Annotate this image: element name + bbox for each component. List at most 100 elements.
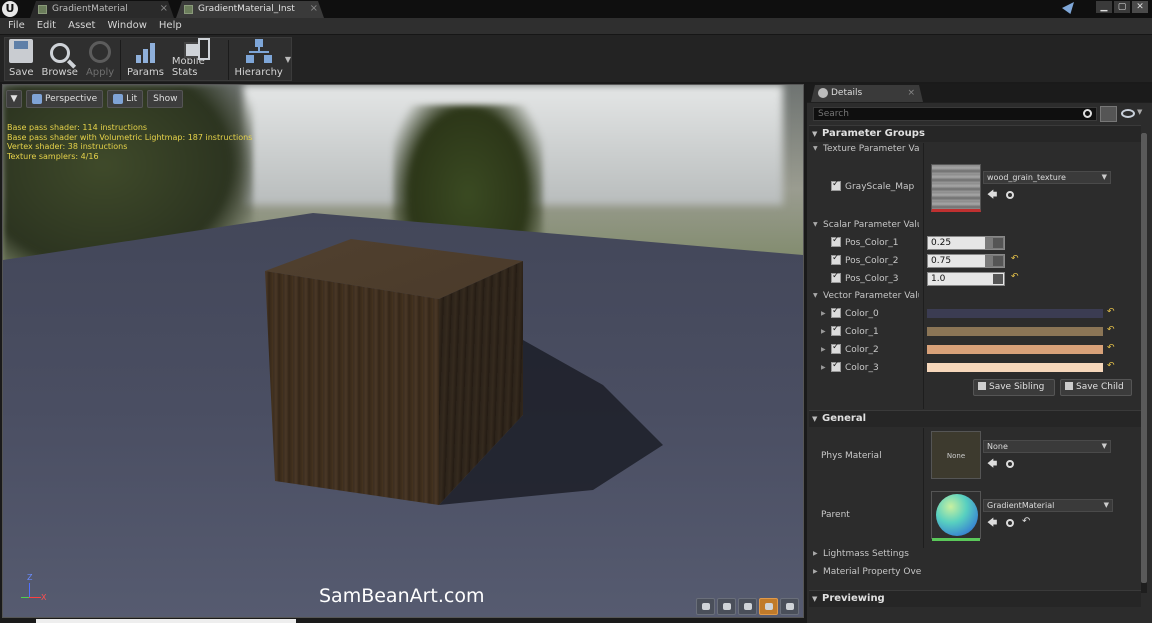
preview-viewport[interactable]: ▼ Perspective Lit Show Base pass shader:… [2, 84, 804, 618]
cylinder-shape-button[interactable] [696, 598, 715, 615]
eye-icon[interactable] [1121, 109, 1135, 118]
search-icon[interactable] [1083, 109, 1092, 118]
reset-to-default-icon[interactable]: ↶ [1011, 254, 1019, 264]
override-checkbox[interactable] [831, 306, 841, 318]
hierarchy-button[interactable]: Hierarchy [231, 38, 287, 82]
shader-stats: Base pass shader: 114 instructions Base … [7, 123, 252, 161]
material-property-override-row[interactable]: ▶Material Property Overrid [809, 564, 921, 580]
expand-icon[interactable]: ▶ [821, 323, 826, 341]
maximize-button[interactable]: ▢ [1114, 1, 1130, 13]
search-input[interactable] [814, 108, 1074, 120]
lightmass-settings-row[interactable]: ▶ Lightmass Settings [809, 546, 939, 562]
override-checkbox[interactable] [831, 271, 841, 283]
parent-material-dropdown[interactable]: GradientMaterial ▼ [983, 499, 1113, 512]
expand-icon[interactable]: ▶ [821, 359, 826, 377]
use-selected-icon[interactable]: 🡄 [987, 457, 997, 474]
sphere-icon [113, 94, 124, 104]
apply-button[interactable]: Apply [82, 38, 118, 82]
viewport-options-button[interactable]: ▼ [6, 90, 22, 108]
browse-asset-icon[interactable] [1006, 191, 1014, 199]
menu-help[interactable]: Help [155, 18, 190, 34]
params-button[interactable]: Params [123, 38, 168, 82]
params-label: Params [127, 67, 164, 78]
property-matrix-button[interactable] [1100, 106, 1117, 122]
scalar-value-field[interactable]: 1.0 [927, 272, 1005, 286]
browse-button[interactable]: Browse [38, 38, 82, 82]
browse-asset-icon[interactable] [1006, 519, 1014, 527]
menu-edit[interactable]: Edit [33, 18, 64, 34]
mesh-shape-button[interactable] [780, 598, 799, 615]
phys-material-dropdown[interactable]: None ▼ [983, 440, 1111, 453]
menu-file[interactable]: File [4, 18, 33, 34]
sphere-shape-button[interactable] [717, 598, 736, 615]
drag-handle-icon[interactable] [993, 274, 1003, 284]
close-icon[interactable]: × [160, 1, 168, 17]
mobile-stats-button[interactable]: Mobile Stats [168, 38, 226, 82]
drag-handle-icon[interactable] [993, 256, 1003, 266]
tab-details[interactable]: Details × [811, 85, 923, 102]
texture-thumbnail[interactable] [931, 164, 981, 212]
parameter-groups-header[interactable]: ▼ Parameter Groups [809, 125, 1141, 142]
scrollbar-thumb[interactable] [1141, 133, 1147, 583]
color-swatch[interactable] [927, 345, 1103, 354]
reset-to-default-icon[interactable]: ↶ [1107, 325, 1115, 335]
lit-button[interactable]: Lit [107, 90, 144, 108]
texture-asset-dropdown[interactable]: wood_grain_texture ▼ [983, 171, 1111, 184]
scalar-value: 0.25 [931, 238, 952, 248]
previewing-header[interactable]: ▼ Previewing [809, 590, 1141, 607]
toolbar-group: Save Browse Apply Params Mobile Stats Hi… [4, 37, 292, 81]
reset-to-default-icon[interactable]: ↶ [1107, 307, 1115, 317]
general-header[interactable]: ▼ General [809, 410, 1141, 427]
drag-handle-icon[interactable] [993, 238, 1003, 248]
scalar-row: Pos_Color_2 0.75 ↶ [809, 252, 1141, 270]
override-checkbox[interactable] [831, 360, 841, 372]
parent-material-thumbnail[interactable] [931, 491, 981, 541]
hierarchy-dropdown-icon[interactable]: ▼ [285, 55, 291, 64]
color-swatch[interactable] [927, 327, 1103, 336]
close-icon[interactable]: × [907, 85, 915, 101]
details-scrollbar[interactable] [1141, 133, 1147, 593]
material-instance-editor: U GradientMaterial × GradientMaterial_In… [0, 0, 1152, 623]
scalar-value-field[interactable]: 0.25 [927, 236, 1005, 250]
phys-material-thumbnail[interactable]: None [931, 431, 981, 479]
expand-icon[interactable]: ▶ [821, 305, 826, 323]
notification-icon[interactable] [1062, 2, 1074, 14]
plane-shape-button[interactable] [738, 598, 757, 615]
override-checkbox[interactable] [831, 179, 841, 191]
color-swatch[interactable] [927, 309, 1103, 318]
use-selected-icon[interactable]: 🡄 [987, 516, 997, 533]
close-window-button[interactable]: ✕ [1132, 1, 1148, 13]
reset-to-default-icon[interactable]: ↶ [1107, 343, 1115, 353]
override-checkbox[interactable] [831, 235, 841, 247]
texture-group-header[interactable]: ▼Texture Parameter Values [809, 141, 919, 157]
override-checkbox[interactable] [831, 324, 841, 336]
reset-to-default-icon[interactable]: ↶ [1011, 272, 1019, 282]
expand-icon[interactable]: ▶ [821, 341, 826, 359]
perspective-button[interactable]: Perspective [26, 90, 104, 108]
color-swatch[interactable] [927, 363, 1103, 372]
menu-window[interactable]: Window [103, 18, 154, 34]
cube-shape-button[interactable] [759, 598, 778, 615]
toolbar: Save Browse Apply Params Mobile Stats Hi… [0, 34, 1152, 82]
override-checkbox[interactable] [831, 342, 841, 354]
minimize-button[interactable]: ▁ [1096, 1, 1112, 13]
reset-to-default-icon[interactable]: ↶ [1107, 361, 1115, 371]
vector-group-header[interactable]: ▼Vector Parameter Values [809, 288, 919, 304]
chevron-down-icon[interactable]: ▼ [1137, 108, 1142, 116]
override-checkbox[interactable] [831, 253, 841, 265]
unreal-logo-icon[interactable]: U [2, 1, 18, 17]
tab-gradient-material-inst[interactable]: GradientMaterial_Inst × [176, 1, 324, 18]
column-divider[interactable] [923, 428, 924, 548]
save-button[interactable]: Save [5, 38, 38, 82]
save-child-button[interactable]: Save Child [1060, 379, 1132, 396]
scalar-group-header[interactable]: ▼Scalar Parameter Values [809, 217, 919, 233]
reset-to-default-icon[interactable]: ↶ [1022, 516, 1030, 527]
tab-gradient-material[interactable]: GradientMaterial × [30, 1, 174, 18]
menu-asset[interactable]: Asset [64, 18, 103, 34]
browse-asset-icon[interactable] [1006, 460, 1014, 468]
close-icon[interactable]: × [310, 1, 318, 17]
save-sibling-button[interactable]: Save Sibling [973, 379, 1055, 396]
use-selected-icon[interactable]: 🡄 [987, 188, 997, 205]
show-button[interactable]: Show [147, 90, 184, 108]
scalar-value-field[interactable]: 0.75 [927, 254, 1005, 268]
